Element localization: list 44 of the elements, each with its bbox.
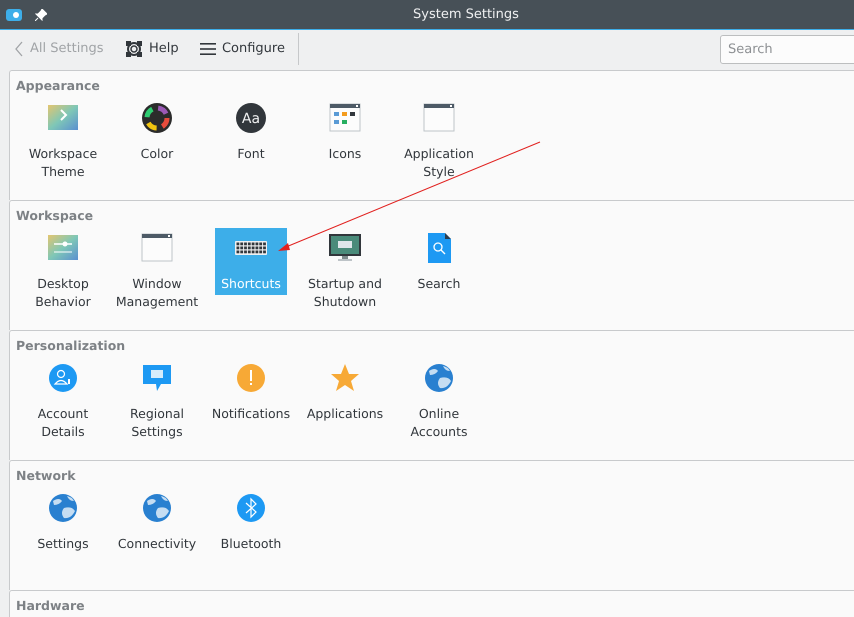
window-icon [141, 232, 173, 264]
warning-icon [235, 362, 267, 394]
section-title: Personalization [16, 338, 126, 354]
help-icon [124, 40, 143, 58]
globe-icon [141, 492, 173, 524]
settings-item[interactable]: Aa Font [204, 98, 298, 165]
settings-item[interactable]: Startup and Shutdown [298, 228, 392, 313]
search-field[interactable]: Search [720, 34, 854, 64]
font-icon: Aa [235, 102, 267, 134]
bluetooth-icon [235, 492, 267, 524]
star-icon [329, 362, 361, 394]
window-title: System Settings [413, 6, 519, 24]
settings-item[interactable]: Settings [16, 488, 110, 555]
globe-icon [423, 362, 455, 394]
settings-item[interactable]: Bluetooth [204, 488, 298, 555]
settings-item[interactable]: Application Style [392, 98, 486, 183]
menu-icon [200, 42, 216, 56]
pin-icon[interactable] [34, 8, 47, 20]
section-title: Network [16, 468, 77, 484]
settings-item[interactable]: Connectivity [110, 488, 204, 555]
settings-item[interactable]: Desktop Behavior [16, 228, 110, 313]
settings-item[interactable]: Notifications [204, 358, 298, 425]
section-title: Workspace [16, 208, 94, 224]
help-button[interactable]: Help [118, 35, 185, 63]
settings-item[interactable]: Regional Settings [110, 358, 204, 443]
monitor-icon [329, 232, 361, 264]
color-wheel-icon [141, 102, 173, 134]
settings-item[interactable]: Applications [298, 358, 392, 425]
settings-item[interactable]: Window Management [110, 228, 204, 313]
settings-item[interactable]: Icons [298, 98, 392, 165]
configure-button[interactable]: Configure [194, 35, 291, 63]
settings-item[interactable]: Color [110, 98, 204, 165]
window-icon [423, 102, 455, 134]
settings-item[interactable]: Account Details [16, 358, 110, 443]
section-title: Hardware [16, 598, 86, 614]
settings-item[interactable]: Workspace Theme [16, 98, 110, 183]
globe-icon [47, 492, 79, 524]
app-icon [6, 8, 22, 20]
section-title: Appearance [16, 78, 101, 94]
settings-item[interactable]: Online Accounts [392, 358, 486, 443]
user-icon [47, 362, 79, 394]
back-icon [14, 41, 24, 57]
settings-item[interactable]: Search [392, 228, 486, 295]
icons-window-icon [329, 102, 361, 134]
